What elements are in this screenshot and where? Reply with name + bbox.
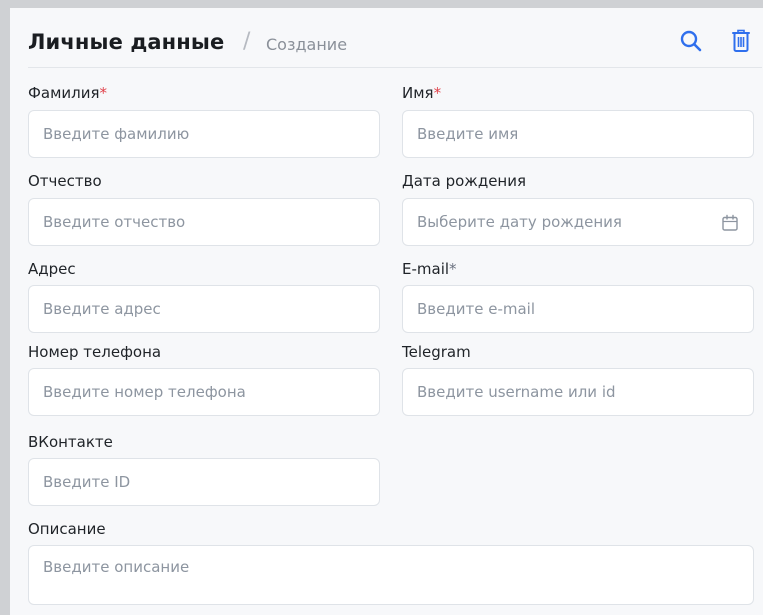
phone-label: Номер телефона <box>28 343 162 361</box>
first-name-label: Имя* <box>402 84 441 102</box>
address-input[interactable] <box>28 285 380 333</box>
breadcrumb-separator: / <box>243 29 251 54</box>
description-label: Описание <box>28 520 106 538</box>
vk-label: ВКонтакте <box>28 433 113 451</box>
delete-button[interactable] <box>728 28 754 54</box>
breadcrumb-current: Создание <box>266 35 348 54</box>
search-button[interactable] <box>678 28 704 54</box>
required-mark: * <box>99 84 108 102</box>
telegram-label: Telegram <box>402 343 471 361</box>
description-textarea[interactable] <box>28 545 754 605</box>
email-label-text: E-mail <box>402 260 450 278</box>
last-name-label: Фамилия* <box>28 84 107 102</box>
first-name-input[interactable] <box>402 110 754 158</box>
search-icon <box>680 30 702 52</box>
middle-name-input[interactable] <box>28 198 380 246</box>
birth-date-input[interactable] <box>402 198 754 246</box>
calendar-icon[interactable] <box>721 214 739 232</box>
header-divider <box>28 67 762 68</box>
address-label: Адрес <box>28 260 76 278</box>
telegram-input[interactable] <box>402 368 754 416</box>
last-name-input[interactable] <box>28 110 380 158</box>
window-frame-top <box>0 0 763 8</box>
birth-date-label: Дата рождения <box>402 172 526 190</box>
middle-name-label: Отчество <box>28 172 102 190</box>
phone-input[interactable] <box>28 368 380 416</box>
page-title: Личные данные <box>28 30 225 54</box>
window-frame-left <box>0 0 10 615</box>
email-input[interactable] <box>402 285 754 333</box>
last-name-label-text: Фамилия <box>28 84 100 102</box>
required-mark: * <box>433 84 442 102</box>
personal-data-panel: Личные данные / Создание Фамилия* Имя* О… <box>10 8 763 615</box>
required-mark: * <box>449 260 457 278</box>
trash-icon <box>732 29 750 52</box>
vk-input[interactable] <box>28 458 380 506</box>
first-name-label-text: Имя <box>402 84 434 102</box>
email-label: E-mail* <box>402 260 457 278</box>
panel-header: Личные данные / Создание <box>10 8 763 68</box>
